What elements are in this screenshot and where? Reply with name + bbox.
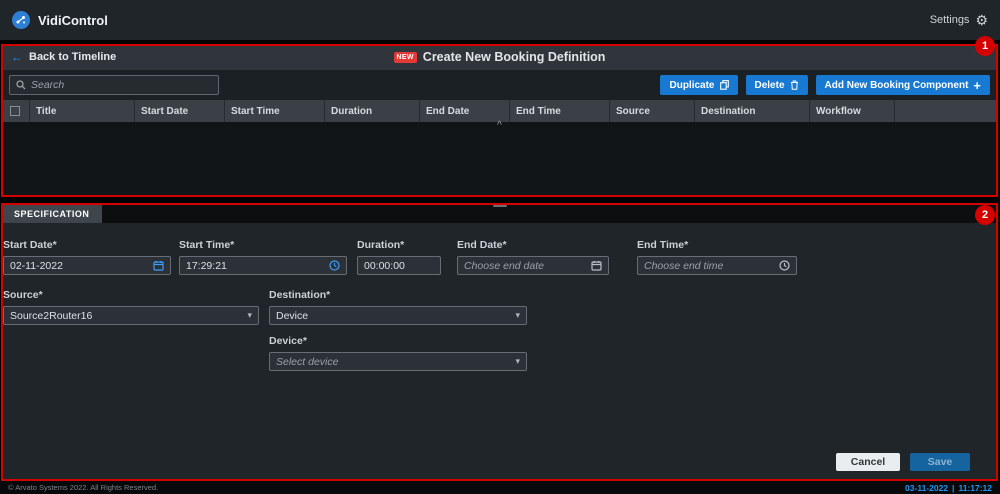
back-link-label: Back to Timeline	[29, 51, 116, 63]
column-header-title[interactable]: Title	[29, 100, 134, 122]
start-date-input-wrap	[3, 256, 171, 275]
calendar-icon[interactable]	[591, 260, 602, 271]
select-all-checkbox[interactable]	[10, 106, 20, 116]
column-header-start-date[interactable]: Start Date	[134, 100, 224, 122]
form-buttons: Cancel Save	[836, 453, 970, 471]
trash-icon	[790, 80, 799, 90]
splitter-drag-handle[interactable]	[493, 205, 507, 207]
footer-date: 03-11-2022	[905, 483, 948, 493]
delete-button[interactable]: Delete	[746, 75, 808, 95]
device-field: Device* Select device ▾	[269, 335, 527, 371]
end-time-input[interactable]	[644, 260, 773, 272]
end-time-field: End Time*	[637, 239, 797, 275]
column-header-filler	[894, 100, 998, 122]
device-dropdown[interactable]: Select device ▾	[269, 352, 527, 371]
footer-separator: |	[952, 483, 954, 493]
booking-toolbar: Duplicate Delete	[1, 70, 998, 100]
destination-label: Destination*	[269, 289, 527, 301]
toolbar-buttons: Duplicate Delete	[660, 75, 990, 95]
specification-panel: SPECIFICATION Start Date* Start Time*	[1, 203, 998, 481]
back-arrow-icon: ←	[11, 50, 23, 64]
end-date-label: End Date*	[457, 239, 609, 251]
device-label: Device*	[269, 335, 527, 347]
clock-icon[interactable]	[329, 260, 340, 271]
panel-title-text: Create New Booking Definition	[423, 50, 606, 64]
add-new-button-label: Add New Booking Component	[825, 80, 969, 91]
search-box[interactable]	[9, 75, 219, 95]
back-to-timeline-link[interactable]: ← Back to Timeline	[11, 50, 116, 64]
chevron-down-icon: ▾	[247, 310, 252, 321]
settings-button[interactable]: Settings ⚙	[930, 13, 988, 27]
settings-label: Settings	[930, 14, 970, 26]
save-button[interactable]: Save	[910, 453, 970, 471]
booking-titlebar: ← Back to Timeline NEW Create New Bookin…	[1, 44, 998, 70]
annotation-badge-1: 1	[975, 36, 995, 56]
start-time-field: Start Time*	[179, 239, 347, 275]
clock-icon[interactable]	[779, 260, 790, 271]
chevron-down-icon: ▾	[515, 356, 520, 367]
copy-icon	[720, 80, 729, 90]
annotation-badge-2: 2	[975, 205, 995, 225]
app-title: VidiControl	[38, 13, 108, 28]
copyright-text: © Arvato Systems 2022. All Rights Reserv…	[8, 483, 158, 492]
column-header-start-time[interactable]: Start Time	[224, 100, 324, 122]
column-header-end-date[interactable]: End Date	[419, 100, 509, 122]
tab-specification[interactable]: SPECIFICATION	[1, 205, 102, 223]
gear-icon: ⚙	[975, 13, 988, 27]
source-dropdown-value: Source2Router16	[10, 310, 92, 322]
scroll-up-caret-icon[interactable]: ^	[497, 122, 502, 130]
app-footer: © Arvato Systems 2022. All Rights Reserv…	[0, 481, 1000, 494]
booking-table-body: ^	[1, 122, 998, 197]
start-date-input[interactable]	[10, 260, 147, 272]
destination-field: Destination* Device ▾	[269, 289, 527, 325]
start-time-label: Start Time*	[179, 239, 347, 251]
chevron-down-icon: ▾	[515, 310, 520, 321]
end-time-input-wrap	[637, 256, 797, 275]
column-header-end-time[interactable]: End Time	[509, 100, 609, 122]
device-dropdown-placeholder: Select device	[276, 356, 338, 368]
column-header-source[interactable]: Source	[609, 100, 694, 122]
column-header-duration[interactable]: Duration	[324, 100, 419, 122]
source-field: Source* Source2Router16 ▾	[3, 289, 259, 325]
panel-title: NEW Create New Booking Definition	[394, 50, 606, 64]
specification-tabstrip: SPECIFICATION	[1, 203, 998, 223]
specification-form: Start Date* Start Time*	[1, 223, 998, 481]
column-header-workflow[interactable]: Workflow	[809, 100, 894, 122]
booking-list-panel: ← Back to Timeline NEW Create New Bookin…	[1, 44, 998, 197]
destination-dropdown-value: Device	[276, 310, 308, 322]
duration-label: Duration*	[357, 239, 441, 251]
plus-icon: +	[973, 79, 981, 92]
end-date-input-wrap	[457, 256, 609, 275]
source-dropdown[interactable]: Source2Router16 ▾	[3, 306, 259, 325]
app-header: VidiControl Settings ⚙	[0, 0, 1000, 40]
end-date-input[interactable]	[464, 260, 585, 272]
duration-input[interactable]	[364, 260, 434, 272]
start-date-label: Start Date*	[3, 239, 171, 251]
duration-input-wrap	[357, 256, 441, 275]
search-input[interactable]	[31, 79, 212, 91]
delete-button-label: Delete	[755, 80, 785, 91]
start-time-input[interactable]	[186, 260, 323, 272]
duplicate-button-label: Duplicate	[669, 80, 714, 91]
duplicate-button[interactable]: Duplicate	[660, 75, 737, 95]
end-date-field: End Date*	[457, 239, 609, 275]
new-badge: NEW	[394, 52, 417, 63]
column-header-destination[interactable]: Destination	[694, 100, 809, 122]
start-date-field: Start Date*	[3, 239, 171, 275]
start-time-input-wrap	[179, 256, 347, 275]
duration-field: Duration*	[357, 239, 441, 275]
end-time-label: End Time*	[637, 239, 797, 251]
brand: VidiControl	[12, 11, 108, 29]
destination-dropdown[interactable]: Device ▾	[269, 306, 527, 325]
source-label: Source*	[3, 289, 259, 301]
datetime-display: 03-11-2022 | 11:17:12	[905, 483, 992, 493]
search-icon	[16, 80, 26, 90]
select-all-cell	[1, 100, 29, 122]
footer-time: 11:17:12	[958, 483, 992, 493]
add-new-booking-component-button[interactable]: Add New Booking Component +	[816, 75, 990, 95]
vidicontrol-logo-icon	[12, 11, 30, 29]
booking-table-header: Title Start Date Start Time Duration End…	[1, 100, 998, 122]
calendar-icon[interactable]	[153, 260, 164, 271]
cancel-button[interactable]: Cancel	[836, 453, 900, 471]
